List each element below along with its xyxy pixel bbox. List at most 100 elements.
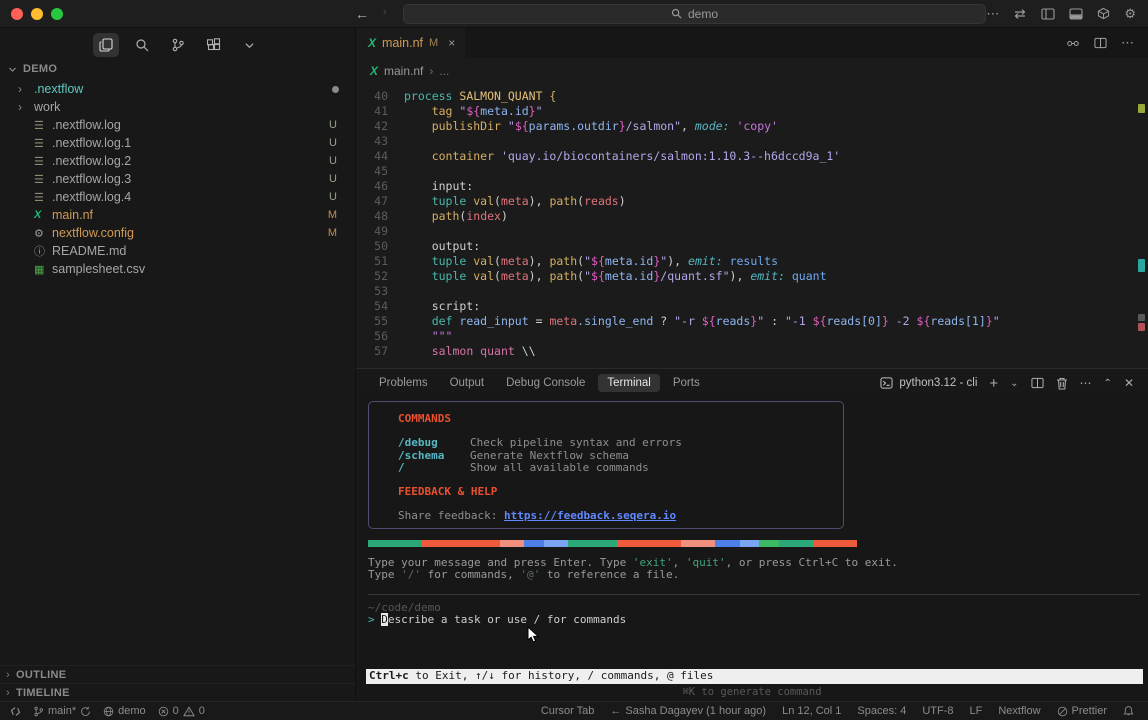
panel-tab-problems[interactable]: Problems [370, 374, 437, 392]
file-item-.nextflow.log.4[interactable]: ☰.nextflow.log.4U [0, 188, 355, 206]
breadcrumb[interactable]: X main.nf › ... [356, 58, 1148, 84]
code-line-49[interactable]: 49 [356, 224, 1148, 239]
file-item-.nextflow.log.2[interactable]: ☰.nextflow.log.2U [0, 152, 355, 170]
zoom-window-button[interactable] [51, 8, 63, 20]
close-window-button[interactable] [11, 8, 23, 20]
code-line-52[interactable]: 52 tuple val(meta), path("${meta.id}/qua… [356, 269, 1148, 284]
file-item-.nextflow.log[interactable]: ☰.nextflow.logU [0, 116, 355, 134]
file-item-samplesheet.csv[interactable]: ▦samplesheet.csv [0, 260, 355, 278]
sidebar: DEMO ›.nextflow›work☰.nextflow.logU☰.nex… [0, 28, 356, 701]
explorer-icon[interactable] [93, 33, 119, 57]
new-terminal-icon[interactable]: + [989, 375, 998, 392]
cursor-position-status[interactable]: Ln 12, Col 1 [782, 705, 841, 717]
feedback-link[interactable]: https://feedback.seqera.io [504, 509, 676, 522]
forward-arrow-icon[interactable]: › [383, 6, 387, 22]
explorer-section-header[interactable]: DEMO [0, 60, 355, 78]
panel-tab-ports[interactable]: Ports [664, 374, 709, 392]
terminal-view[interactable]: COMMANDS /debugCheck pipeline syntax and… [356, 397, 1148, 701]
code-line-44[interactable]: 44 container 'quay.io/biocontainers/salm… [356, 149, 1148, 164]
git-branch-status[interactable]: main* [33, 705, 91, 717]
line-number: 46 [356, 179, 404, 194]
cursor-tab-status[interactable]: Cursor Tab [541, 705, 595, 717]
project-status[interactable]: demo [103, 705, 146, 717]
chevron-down-icon[interactable] [237, 33, 263, 57]
code-line-57[interactable]: 57 salmon quant \\ [356, 344, 1148, 359]
close-panel-icon[interactable]: ✕ [1124, 376, 1134, 390]
code-line-53[interactable]: 53 [356, 284, 1148, 299]
back-arrow-icon[interactable]: ← [355, 6, 369, 22]
code-editor[interactable]: 40process SALMON_QUANT {41 tag "${meta.i… [356, 84, 1148, 368]
git-status-badge: U [329, 119, 337, 131]
encoding-status[interactable]: UTF-8 [922, 705, 953, 717]
file-item-main.nf[interactable]: Xmain.nfM [0, 206, 355, 224]
file-item-.nextflow.log.1[interactable]: ☰.nextflow.log.1U [0, 134, 355, 152]
line-number: 52 [356, 269, 404, 284]
rainbow-divider [368, 540, 857, 547]
indentation-status[interactable]: Spaces: 4 [857, 705, 906, 717]
chevron-icon: › [18, 82, 34, 96]
split-editor-icon[interactable] [1094, 37, 1107, 49]
split-terminal-icon[interactable] [1031, 377, 1044, 389]
breadcrumb-file[interactable]: main.nf [384, 64, 423, 78]
notifications-bell[interactable] [1123, 705, 1134, 717]
code-line-54[interactable]: 54 script: [356, 299, 1148, 314]
git-blame-status[interactable]: ← Sasha Dagayev (1 hour ago) [610, 705, 766, 717]
problems-status[interactable]: 0 0 [158, 705, 205, 717]
terminal-profile-chip[interactable]: python3.12 - cli [880, 377, 977, 389]
code-line-47[interactable]: 47 tuple val(meta), path(reads) [356, 194, 1148, 209]
file-item-.nextflow.log.3[interactable]: ☰.nextflow.log.3U [0, 170, 355, 188]
search-panel-icon[interactable] [129, 33, 155, 57]
panel-tab-terminal[interactable]: Terminal [598, 374, 659, 392]
file-item-nextflow.config[interactable]: ⚙nextflow.configM [0, 224, 355, 242]
tab-main-nf[interactable]: X main.nf M × [356, 28, 465, 58]
minimize-window-button[interactable] [31, 8, 43, 20]
folder-name-label: DEMO [23, 63, 57, 75]
outline-section[interactable]: › OUTLINE [0, 665, 355, 683]
code-line-43[interactable]: 43 [356, 134, 1148, 149]
source-control-icon[interactable] [165, 33, 191, 57]
extensions-icon[interactable] [201, 33, 227, 57]
chevron-down-icon [8, 65, 17, 74]
code-line-40[interactable]: 40process SALMON_QUANT { [356, 89, 1148, 104]
cli-input-line[interactable]: > Describe a task or use / for commands [368, 614, 626, 626]
panel-tab-debug-console[interactable]: Debug Console [497, 374, 594, 392]
file-item-.nextflow[interactable]: ›.nextflow [0, 80, 355, 98]
breadcrumb-symbol[interactable]: ... [439, 64, 449, 78]
code-line-50[interactable]: 50 output: [356, 239, 1148, 254]
more-actions-icon[interactable]: ⋯ [1080, 376, 1092, 390]
code-line-55[interactable]: 55 def read_input = meta.single_end ? "-… [356, 314, 1148, 329]
maximize-panel-icon[interactable]: ⌃ [1104, 378, 1112, 389]
trash-icon[interactable] [1056, 377, 1068, 390]
code-line-41[interactable]: 41 tag "${meta.id}" [356, 104, 1148, 119]
code-line-45[interactable]: 45 [356, 164, 1148, 179]
more-actions-icon[interactable]: ⋯ [1121, 35, 1134, 51]
terminal-dropdown-icon[interactable]: ⌄ [1010, 378, 1018, 389]
command-center-search[interactable]: demo [403, 4, 987, 24]
tab-close-icon[interactable]: × [448, 36, 455, 50]
panel-tab-output[interactable]: Output [441, 374, 494, 392]
timeline-label: TIMELINE [16, 687, 70, 699]
layout-cube-icon[interactable] [1097, 7, 1110, 20]
code-line-46[interactable]: 46 input: [356, 179, 1148, 194]
timeline-section[interactable]: › TIMELINE [0, 683, 355, 701]
language-mode-status[interactable]: Nextflow [998, 705, 1040, 717]
toggle-arrows-icon[interactable] [1013, 8, 1027, 20]
open-changes-icon[interactable] [1066, 37, 1080, 50]
line-number: 44 [356, 149, 404, 164]
settings-gear-icon[interactable]: ⚙ [1124, 6, 1136, 22]
code-line-51[interactable]: 51 tuple val(meta), path("${meta.id}"), … [356, 254, 1148, 269]
file-item-README.md[interactable]: ⓘREADME.md [0, 242, 355, 260]
project-label: demo [118, 705, 146, 717]
toggle-panel-icon[interactable] [1069, 8, 1083, 20]
code-line-48[interactable]: 48 path(index) [356, 209, 1148, 224]
file-item-work[interactable]: ›work [0, 98, 355, 116]
more-actions-icon[interactable]: ⋯ [986, 6, 999, 22]
remote-indicator[interactable] [10, 706, 21, 717]
eol-status[interactable]: LF [970, 705, 983, 717]
code-line-56[interactable]: 56 """ [356, 329, 1148, 344]
overview-ruler-mark [1138, 323, 1145, 331]
rainbow-segment [681, 540, 715, 547]
formatter-status[interactable]: Prettier [1057, 705, 1107, 717]
code-line-42[interactable]: 42 publishDir "${params.outdir}/salmon",… [356, 119, 1148, 134]
toggle-sidebar-icon[interactable] [1041, 8, 1055, 20]
